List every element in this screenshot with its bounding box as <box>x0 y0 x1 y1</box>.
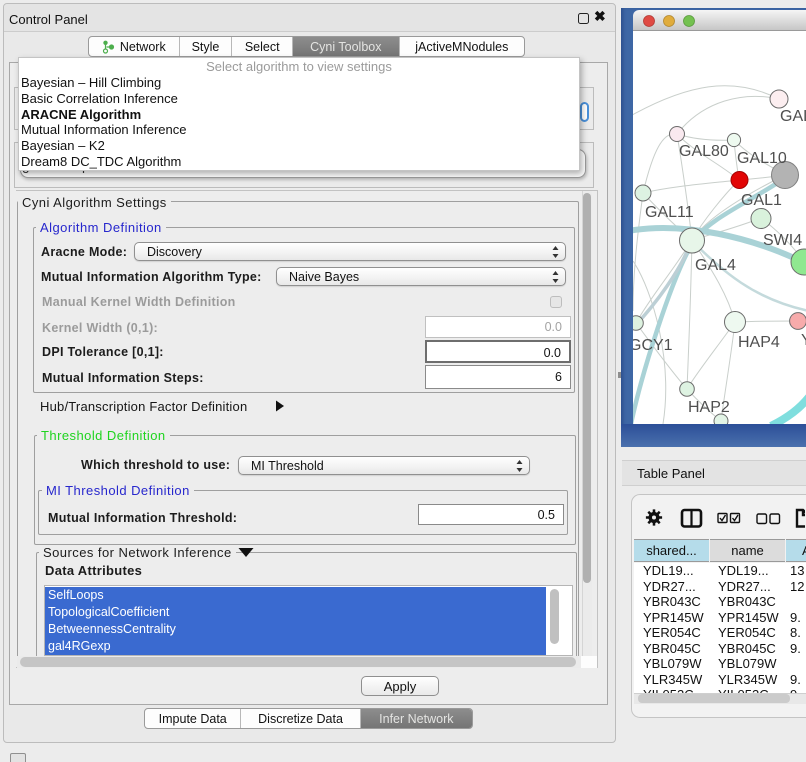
svg-text:HAP2: HAP2 <box>688 399 730 416</box>
svg-text:GAL10: GAL10 <box>737 150 787 167</box>
svg-text:Y: Y <box>801 332 806 349</box>
svg-text:GAL7: GAL7 <box>780 108 806 125</box>
svg-text:GCY1: GCY1 <box>633 337 673 354</box>
svg-text:SWI4: SWI4 <box>763 232 802 249</box>
svg-text:GAL1: GAL1 <box>741 192 782 209</box>
svg-text:GAL4: GAL4 <box>695 257 736 274</box>
svg-text:GAL80: GAL80 <box>679 143 729 160</box>
svg-text:GAL11: GAL11 <box>645 204 694 221</box>
svg-text:HAP4: HAP4 <box>738 334 780 351</box>
